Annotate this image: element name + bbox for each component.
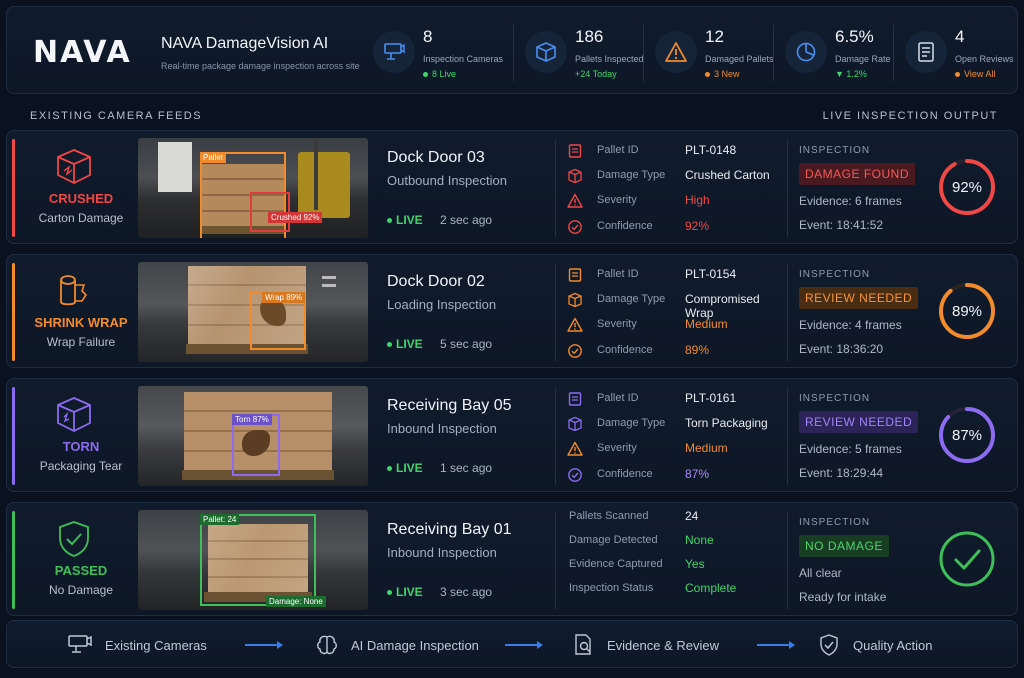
section-label-camera-feeds: EXISTING CAMERA FEEDS	[30, 110, 203, 122]
warning-icon	[567, 441, 583, 456]
nava-logo: NAVA	[33, 35, 132, 70]
stat-pallets-inspected: 186 Pallets Inspected +24 Today	[513, 25, 665, 81]
warning-icon	[567, 317, 583, 332]
brain-icon	[317, 635, 337, 655]
check-circle-icon	[568, 468, 582, 482]
inspection-row-torn[interactable]: TORN Packaging Tear Torn 87% Receiving B…	[6, 378, 1018, 492]
camera-location: Dock Door 03	[387, 149, 485, 166]
camera-location: Dock Door 02	[387, 273, 485, 290]
view-all-link[interactable]: View All	[955, 69, 995, 79]
flow-arrow	[245, 641, 283, 649]
live-indicator: LIVE	[387, 337, 423, 351]
app-subtitle: Real-time package damage inspection acro…	[161, 61, 360, 71]
shield-check-icon	[820, 634, 838, 656]
inspection-row-passed[interactable]: PASSED No Damage Pallet: 24 Damage: None…	[6, 502, 1018, 616]
step-evidence-review[interactable]: Evidence & Review	[573, 621, 719, 669]
live-indicator: LIVE	[387, 461, 423, 475]
box-icon	[568, 292, 582, 308]
status-badge: DAMAGE FOUND	[799, 163, 916, 185]
wrap-roll-icon	[60, 275, 88, 306]
box-icon	[568, 416, 582, 432]
trend-down-icon: ▼	[835, 69, 847, 79]
live-indicator: LIVE	[387, 585, 423, 599]
step-quality-action[interactable]: Quality Action	[817, 621, 933, 669]
step-ai-damage-inspection[interactable]: AI Damage Inspection	[315, 621, 479, 669]
shield-check-icon	[59, 521, 89, 557]
clipboard-icon	[568, 392, 582, 406]
camera-feed-image[interactable]: Wrap 89%	[138, 262, 368, 362]
warning-icon	[567, 193, 583, 208]
passed-check-icon	[939, 531, 995, 587]
check-circle-icon	[568, 220, 582, 234]
camera-location: Receiving Bay 05	[387, 397, 512, 414]
check-circle-icon	[568, 344, 582, 358]
camera-feed-image[interactable]: Pallet: 24 Damage: None	[138, 510, 368, 610]
stat-open-reviews[interactable]: 4 Open Reviews View All	[893, 25, 1024, 81]
stat-damage-rate: 6.5% Damage Rate ▼ 1.2%	[773, 25, 925, 81]
camera-icon	[373, 31, 415, 73]
camera-feed-image[interactable]: Pallet Crushed 92%	[138, 138, 368, 238]
inspection-row-shrink-wrap[interactable]: SHRINK WRAP Wrap Failure Wrap 89% Dock D…	[6, 254, 1018, 368]
box-icon	[525, 31, 567, 73]
status-badge: REVIEW NEEDED	[799, 411, 919, 433]
status-badge: REVIEW NEEDED	[799, 287, 919, 309]
workflow-footer: Existing Cameras AI Damage Inspection Ev…	[6, 620, 1018, 668]
document-search-icon	[575, 634, 591, 655]
torn-box-icon	[57, 397, 91, 433]
live-indicator: LIVE	[387, 213, 423, 227]
warning-icon	[655, 31, 697, 73]
crushed-box-icon	[57, 149, 91, 185]
box-icon	[568, 168, 582, 184]
document-icon	[905, 31, 947, 73]
step-existing-cameras[interactable]: Existing Cameras	[67, 621, 207, 669]
camera-location: Receiving Bay 01	[387, 521, 512, 538]
clipboard-icon	[568, 268, 582, 282]
app-title: NAVA DamageVision AI	[161, 35, 329, 52]
inspection-row-crushed[interactable]: CRUSHED Carton Damage Pallet Crushed 92%…	[6, 130, 1018, 244]
stat-inspection-cameras: 8 Inspection Cameras 8 Live	[373, 25, 513, 81]
flow-arrow	[757, 641, 795, 649]
camera-icon	[68, 635, 92, 653]
flow-arrow	[505, 641, 543, 649]
header-panel: NAVA NAVA DamageVision AI Real-time pack…	[6, 6, 1018, 94]
camera-feed-image[interactable]: Torn 87%	[138, 386, 368, 486]
status-badge: NO DAMAGE	[799, 535, 889, 557]
stat-damaged-pallets: 12 Damaged Pallets 3 New	[643, 25, 795, 81]
pie-chart-icon	[785, 31, 827, 73]
section-label-inspection-output: LIVE INSPECTION OUTPUT	[822, 110, 998, 122]
clipboard-icon	[568, 144, 582, 158]
